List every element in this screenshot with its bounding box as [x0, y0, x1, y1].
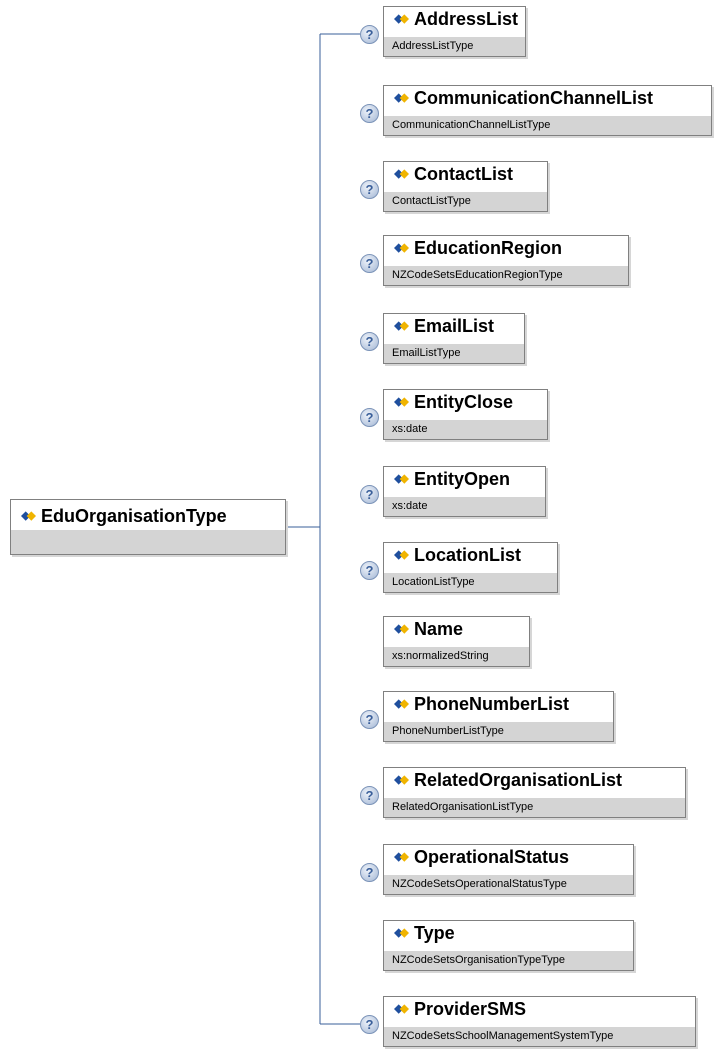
element-type: xs:normalizedString	[384, 647, 529, 666]
help-icon[interactable]: ?	[360, 485, 379, 504]
element-box-contactlist[interactable]: ContactList ContactListType	[383, 161, 548, 212]
element-icon	[394, 699, 409, 709]
help-icon[interactable]: ?	[360, 1015, 379, 1034]
element-header: Name	[384, 617, 529, 641]
element-icon	[394, 93, 409, 103]
element-type: NZCodeSetsSchoolManagementSystemType	[384, 1027, 695, 1046]
element-header: ProviderSMS	[384, 997, 695, 1021]
element-box-entityclose[interactable]: EntityClose xs:date	[383, 389, 548, 440]
element-header: LocationList	[384, 543, 557, 567]
element-icon	[394, 550, 409, 560]
element-box-phonenumberlist[interactable]: PhoneNumberList PhoneNumberListType	[383, 691, 614, 742]
help-icon[interactable]: ?	[360, 786, 379, 805]
schema-diagram: EduOrganisationType ? AddressList AddressL…	[0, 0, 716, 1053]
element-type: CommunicationChannelListType	[384, 116, 711, 135]
element-type: RelatedOrganisationListType	[384, 798, 685, 817]
element-icon	[394, 397, 409, 407]
element-icon	[394, 169, 409, 179]
root-type-name: EduOrganisationType	[41, 505, 227, 526]
element-icon	[394, 474, 409, 484]
help-icon[interactable]: ?	[360, 104, 379, 123]
root-type-header: EduOrganisationType	[11, 500, 285, 529]
element-box-providersms[interactable]: ProviderSMS NZCodeSetsSchoolManagementSys…	[383, 996, 696, 1047]
element-box-locationlist[interactable]: LocationList LocationListType	[383, 542, 558, 593]
element-box-educationregion[interactable]: EducationRegion NZCodeSetsEducationRegion…	[383, 235, 629, 286]
help-icon[interactable]: ?	[360, 25, 379, 44]
element-icon	[394, 928, 409, 938]
help-icon[interactable]: ?	[360, 332, 379, 351]
element-header: RelatedOrganisationList	[384, 768, 685, 792]
element-box-type[interactable]: Type NZCodeSetsOrganisationTypeType	[383, 920, 634, 971]
element-icon	[394, 624, 409, 634]
element-box-addresslist[interactable]: AddressList AddressListType	[383, 6, 526, 57]
element-name: AddressList	[414, 8, 519, 29]
element-icon	[394, 1004, 409, 1014]
element-icon	[21, 511, 36, 521]
element-icon	[394, 243, 409, 253]
element-type: LocationListType	[384, 573, 557, 592]
element-name: EducationRegion	[414, 237, 562, 258]
element-name: EntityClose	[414, 391, 514, 412]
element-name: PhoneNumberList	[414, 693, 570, 714]
element-type: NZCodeSetsEducationRegionType	[384, 266, 628, 285]
element-name: ContactList	[414, 163, 513, 184]
element-name: Name	[414, 618, 464, 639]
help-icon[interactable]: ?	[360, 561, 379, 580]
element-name: EntityOpen	[414, 468, 511, 489]
element-header: Type	[384, 921, 633, 945]
element-type: PhoneNumberListType	[384, 722, 613, 741]
element-header: ContactList	[384, 162, 547, 186]
element-type: ContactListType	[384, 192, 547, 211]
element-name: Type	[414, 922, 455, 943]
help-icon[interactable]: ?	[360, 180, 379, 199]
element-header: EntityClose	[384, 390, 547, 414]
element-box-name[interactable]: Name xs:normalizedString	[383, 616, 530, 667]
root-type-band	[11, 530, 285, 554]
element-name: OperationalStatus	[414, 846, 570, 867]
element-type: xs:date	[384, 420, 547, 439]
root-type-box[interactable]: EduOrganisationType	[10, 499, 286, 555]
element-type: NZCodeSetsOperationalStatusType	[384, 875, 633, 894]
element-header: EducationRegion	[384, 236, 628, 260]
element-box-relatedorganisationlist[interactable]: RelatedOrganisationList RelatedOrganisati…	[383, 767, 686, 818]
element-header: EmailList	[384, 314, 524, 338]
element-header: AddressList	[384, 7, 525, 31]
element-header: EntityOpen	[384, 467, 545, 491]
element-box-emaillist[interactable]: EmailList EmailListType	[383, 313, 525, 364]
element-name: CommunicationChannelList	[414, 87, 654, 108]
element-header: CommunicationChannelList	[384, 86, 711, 110]
element-box-communicationchannellist[interactable]: CommunicationChannelList CommunicationCha…	[383, 85, 712, 136]
element-type: AddressListType	[384, 37, 525, 56]
element-box-entityopen[interactable]: EntityOpen xs:date	[383, 466, 546, 517]
element-type: NZCodeSetsOrganisationTypeType	[384, 951, 633, 970]
element-header: PhoneNumberList	[384, 692, 613, 716]
element-icon	[394, 775, 409, 785]
element-icon	[394, 852, 409, 862]
element-type: EmailListType	[384, 344, 524, 363]
help-icon[interactable]: ?	[360, 863, 379, 882]
help-icon[interactable]: ?	[360, 408, 379, 427]
help-icon[interactable]: ?	[360, 710, 379, 729]
element-box-operationalstatus[interactable]: OperationalStatus NZCodeSetsOperationalSt…	[383, 844, 634, 895]
element-name: EmailList	[414, 315, 495, 336]
element-header: OperationalStatus	[384, 845, 633, 869]
help-icon[interactable]: ?	[360, 254, 379, 273]
element-name: RelatedOrganisationList	[414, 769, 623, 790]
element-icon	[394, 14, 409, 24]
element-name: ProviderSMS	[414, 998, 527, 1019]
element-name: LocationList	[414, 544, 521, 565]
element-type: xs:date	[384, 497, 545, 516]
element-icon	[394, 321, 409, 331]
